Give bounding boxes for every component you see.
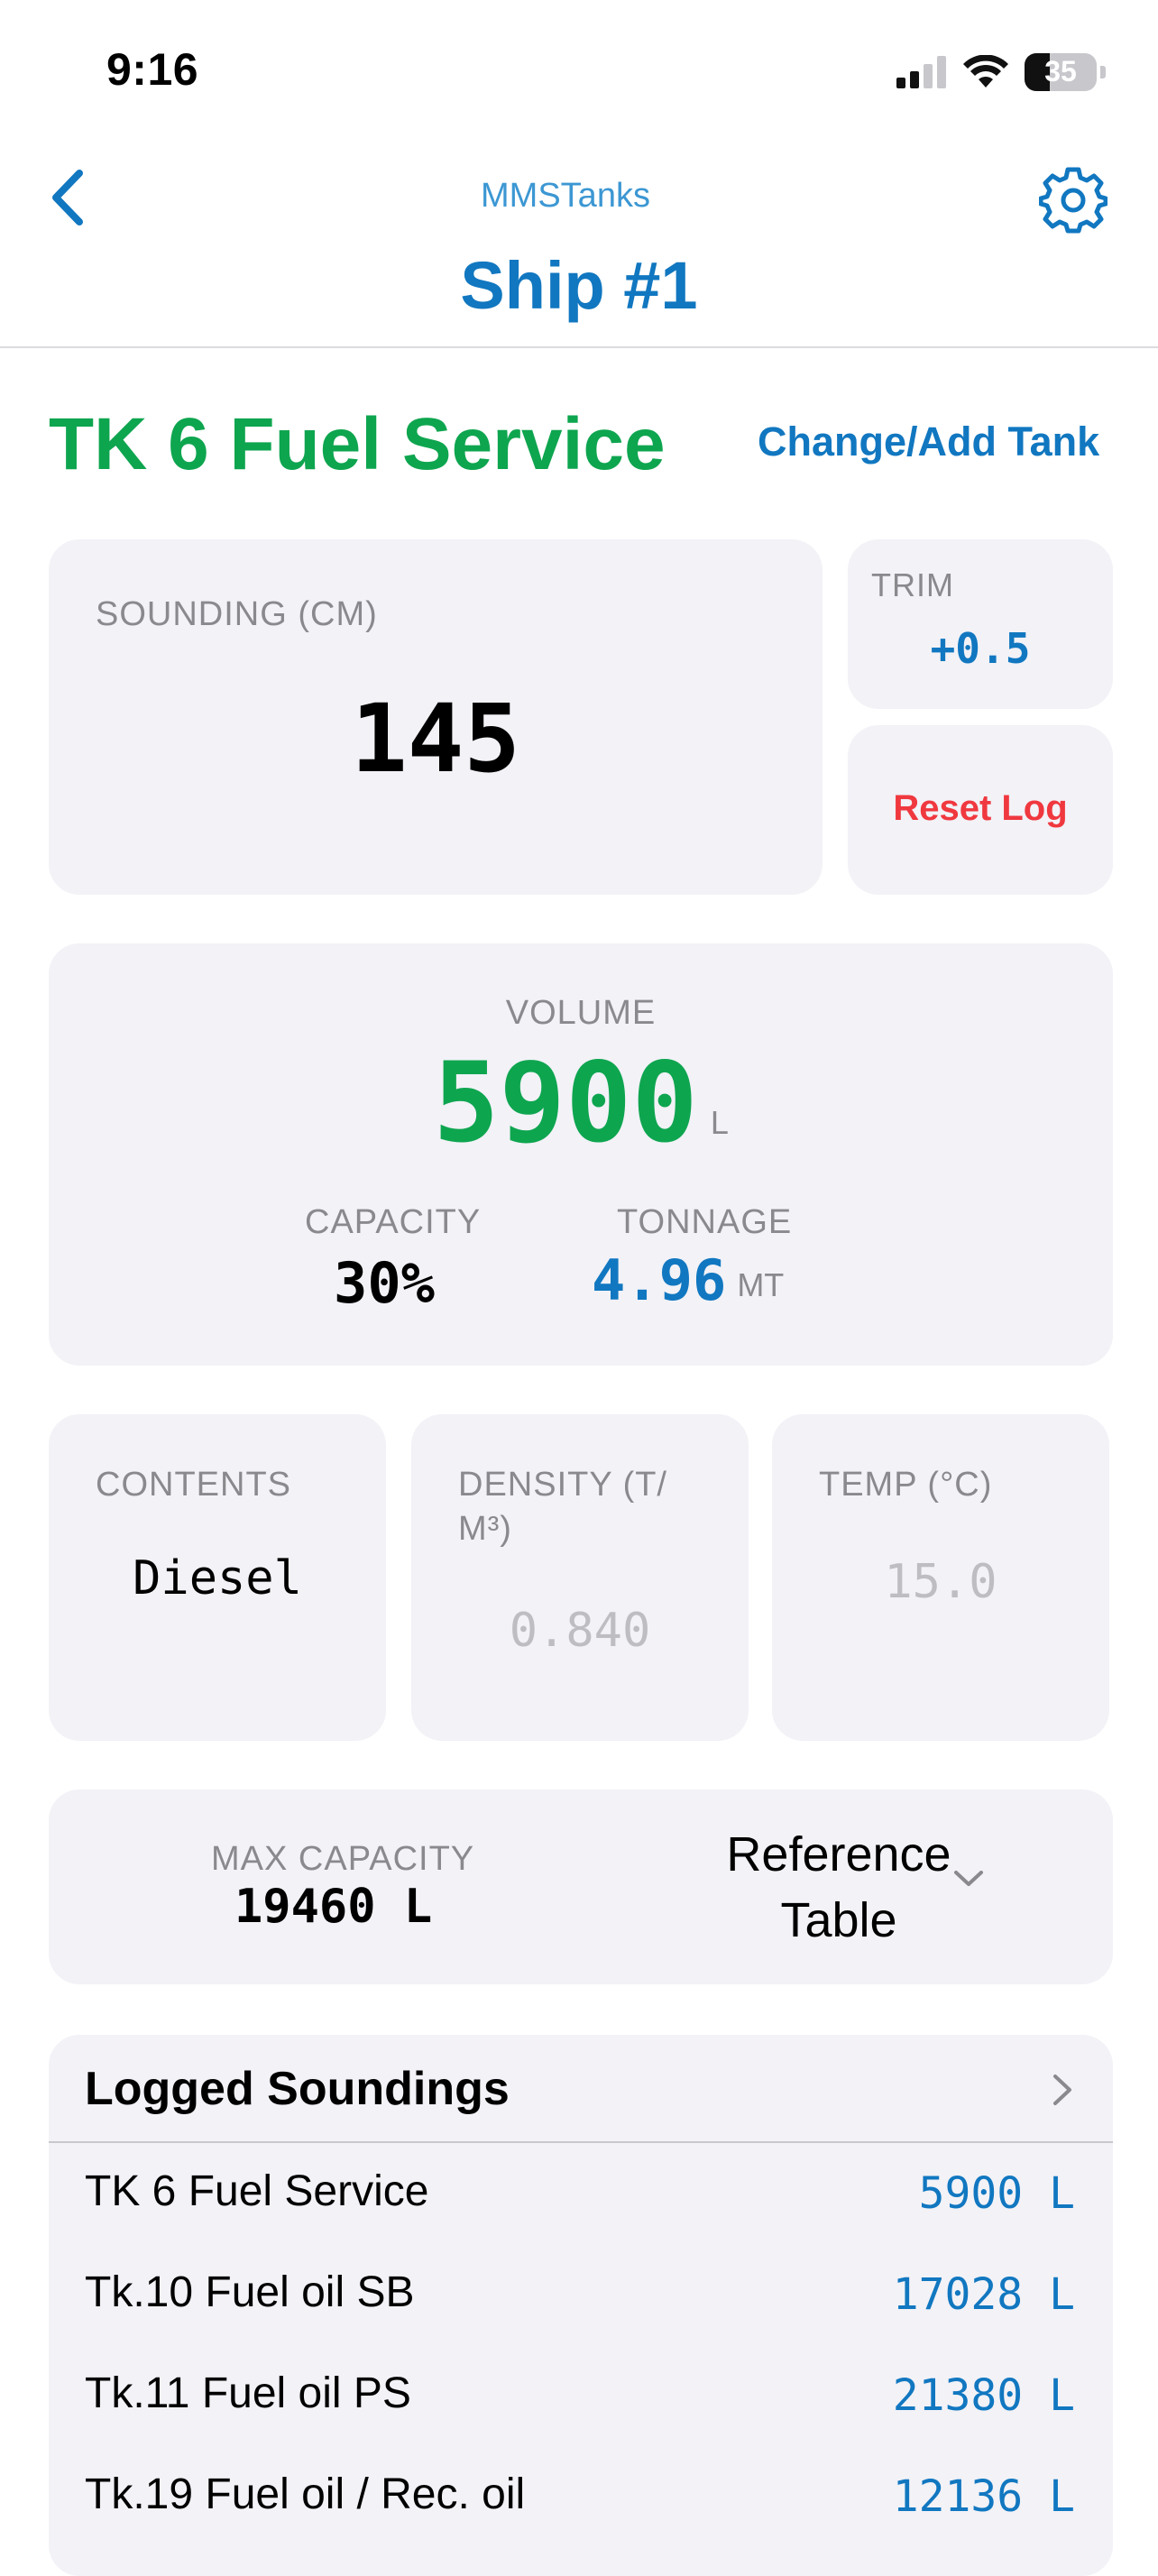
trim-value[interactable]: +0.5 bbox=[848, 624, 1113, 673]
contents-value[interactable]: Diesel bbox=[49, 1551, 386, 1605]
log-tank-name: Tk.10 Fuel oil SB bbox=[85, 2268, 415, 2316]
page-title: Ship #1 bbox=[460, 248, 698, 323]
temp-label: TEMP (°C) bbox=[819, 1466, 993, 1504]
max-capacity-label: MAX CAPACITY bbox=[211, 1840, 475, 1878]
density-label: DENSITY (T/ M³) bbox=[458, 1466, 667, 1549]
tank-name: TK 6 Fuel Service bbox=[49, 403, 666, 485]
reset-log-label: Reset Log bbox=[893, 788, 1068, 828]
logged-soundings-title: Logged Soundings bbox=[85, 2063, 510, 2115]
trim-label: TRIM bbox=[871, 566, 954, 603]
log-volume: 21380 L bbox=[892, 2370, 1075, 2421]
status-time: 9:16 bbox=[106, 44, 199, 95]
change-tank-button[interactable]: Change/Add Tank bbox=[758, 419, 1099, 465]
battery-icon: 35 bbox=[1025, 53, 1097, 91]
max-capacity-card: MAX CAPACITY 19460 L Reference Table bbox=[49, 1789, 1113, 1984]
battery-nub bbox=[1100, 66, 1106, 78]
volume-card: VOLUME 5900 L bbox=[49, 943, 1113, 1366]
volume-value: 5900 bbox=[433, 1039, 698, 1167]
list-item[interactable]: Tk.10 Fuel oil SB 17028 L bbox=[49, 2244, 1113, 2345]
reset-log-button[interactable]: Reset Log bbox=[848, 725, 1113, 895]
signal-icon bbox=[896, 56, 946, 88]
density-input[interactable]: 0.840 bbox=[411, 1604, 749, 1658]
chevron-down-icon[interactable] bbox=[951, 1860, 987, 1896]
volume-label: VOLUME bbox=[505, 994, 657, 1032]
status-icons: 35 bbox=[896, 51, 1106, 94]
contents-card[interactable]: CONTENTS Diesel bbox=[49, 1414, 386, 1741]
temp-card[interactable]: TEMP (°C) 15.0 bbox=[772, 1414, 1109, 1741]
log-tank-name: Tk.19 Fuel oil / Rec. oil bbox=[85, 2470, 526, 2518]
sounding-label: SOUNDING (CM) bbox=[96, 595, 378, 633]
contents-label: CONTENTS bbox=[96, 1466, 291, 1504]
temp-input[interactable]: 15.0 bbox=[772, 1555, 1109, 1609]
capacity-label: CAPACITY bbox=[305, 1203, 482, 1241]
trim-card[interactable]: TRIM +0.5 bbox=[848, 539, 1113, 709]
tonnage-row: 4.96 MT bbox=[592, 1247, 785, 1313]
sounding-card[interactable]: SOUNDING (CM) 145 bbox=[49, 539, 823, 895]
volume-row: 5900 L bbox=[49, 1043, 1113, 1164]
logged-soundings-header[interactable]: Logged Soundings bbox=[49, 2035, 1113, 2141]
list-item[interactable]: Tk.19 Fuel oil / Rec. oil 12136 L bbox=[49, 2446, 1113, 2547]
sounding-input[interactable]: 145 bbox=[49, 684, 823, 794]
capacity-value: 30% bbox=[334, 1250, 435, 1316]
app-name: MMSTanks bbox=[481, 177, 650, 215]
log-tank-name: Tk.11 Fuel oil PS bbox=[85, 2369, 411, 2417]
log-tank-name: TK 6 Fuel Service bbox=[85, 2167, 429, 2215]
list-item[interactable]: TK 6 Fuel Service 5900 L bbox=[49, 2143, 1113, 2244]
log-volume: 12136 L bbox=[892, 2471, 1075, 2522]
log-volume: 5900 L bbox=[918, 2168, 1075, 2219]
reference-table-label: Reference Table bbox=[726, 1827, 951, 1947]
nav-divider bbox=[0, 346, 1158, 348]
volume-unit: L bbox=[710, 1104, 729, 1142]
tonnage-unit: MT bbox=[737, 1266, 785, 1304]
list-item[interactable]: Tk.11 Fuel oil PS 21380 L bbox=[49, 2345, 1113, 2446]
battery-level: 35 bbox=[1044, 55, 1077, 87]
chevron-right-icon bbox=[1053, 2075, 1071, 2105]
tonnage-value: 4.96 bbox=[592, 1247, 727, 1313]
max-capacity-value: 19460 L bbox=[234, 1880, 433, 1934]
logged-soundings-card: Logged Soundings TK 6 Fuel Service 5900 … bbox=[49, 2035, 1113, 2576]
tonnage-label: TONNAGE bbox=[617, 1203, 793, 1241]
gear-icon[interactable] bbox=[1039, 166, 1107, 235]
wifi-icon bbox=[963, 55, 1008, 87]
density-card[interactable]: DENSITY (T/ M³) 0.840 bbox=[411, 1414, 749, 1741]
log-volume: 17028 L bbox=[892, 2269, 1075, 2320]
